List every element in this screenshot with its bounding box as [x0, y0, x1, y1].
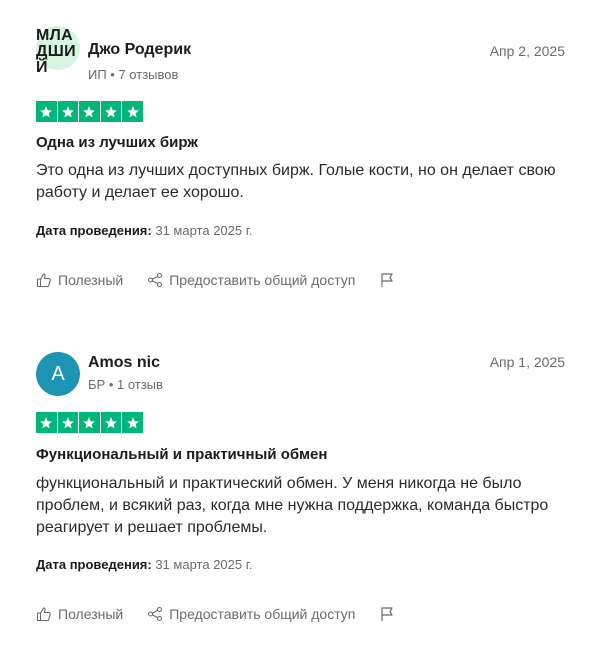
review-date: Апр 2, 2025 [489, 43, 565, 59]
thumbs-up-icon [36, 607, 51, 622]
avatar[interactable]: A [36, 352, 80, 396]
author-name[interactable]: Amos nic [88, 354, 160, 372]
share-label: Предоставить общий доступ [169, 606, 356, 622]
star-icon [122, 101, 143, 122]
experience-date: Дата проведения: 31 марта 2025 г. [36, 557, 253, 572]
review-title[interactable]: Функциональный и практичный обмен [36, 446, 327, 463]
experience-label: Дата проведения: [36, 223, 152, 238]
avatar-initials-line: МЛА [36, 27, 74, 44]
star-icon [100, 412, 122, 433]
review-body: Это одна из лучших доступных бирж. Голые… [36, 162, 556, 201]
thumbs-up-icon [36, 273, 51, 288]
author-meta: ИП • 7 отзывов [88, 67, 179, 82]
share-icon [148, 272, 163, 288]
experience-label: Дата проведения: [36, 557, 152, 572]
author-name[interactable]: Джо Родерик [88, 41, 191, 59]
review-title[interactable]: Одна из лучших бирж [36, 134, 198, 151]
avatar-initial: A [51, 363, 65, 385]
star-icon [57, 412, 79, 433]
star-icon [57, 101, 79, 122]
experience-date: Дата проведения: 31 марта 2025 г. [36, 223, 253, 238]
review-date: Апр 1, 2025 [489, 354, 565, 370]
share-button[interactable]: Предоставить общий доступ [147, 272, 355, 288]
star-icon [36, 412, 57, 433]
star-icon [122, 412, 143, 433]
author-meta: БР • 1 отзыв [88, 377, 163, 392]
avatar[interactable]: МЛА ДШИ Й [36, 26, 80, 96]
experience-value: 31 марта 2025 г. [155, 223, 253, 238]
flag-icon [381, 273, 393, 287]
report-button[interactable] [379, 606, 395, 622]
useful-label: Полезный [58, 272, 124, 288]
star-icon [36, 101, 57, 122]
review-actions: Полезный Предоставить общий доступ [36, 604, 395, 624]
share-icon [148, 606, 163, 622]
avatar-initials-line: Й [36, 59, 48, 76]
star-icon [79, 101, 100, 122]
experience-value: 31 марта 2025 г. [155, 557, 253, 572]
review-actions: Полезный Предоставить общий доступ [36, 270, 395, 290]
star-icon [79, 412, 100, 433]
avatar-initials-line: ДШИ [36, 43, 76, 60]
useful-button[interactable]: Полезный [36, 606, 123, 622]
share-button[interactable]: Предоставить общий доступ [147, 606, 355, 622]
useful-label: Полезный [58, 606, 124, 622]
useful-button[interactable]: Полезный [36, 272, 123, 288]
avatar-initials: МЛА ДШИ Й [36, 28, 84, 76]
report-button[interactable] [379, 272, 395, 288]
star-rating [36, 412, 143, 433]
share-label: Предоставить общий доступ [169, 272, 356, 288]
review-body: функциональный и практический обмен. У м… [36, 475, 549, 536]
flag-icon [381, 607, 393, 621]
star-rating [36, 101, 143, 122]
star-icon [100, 101, 122, 122]
